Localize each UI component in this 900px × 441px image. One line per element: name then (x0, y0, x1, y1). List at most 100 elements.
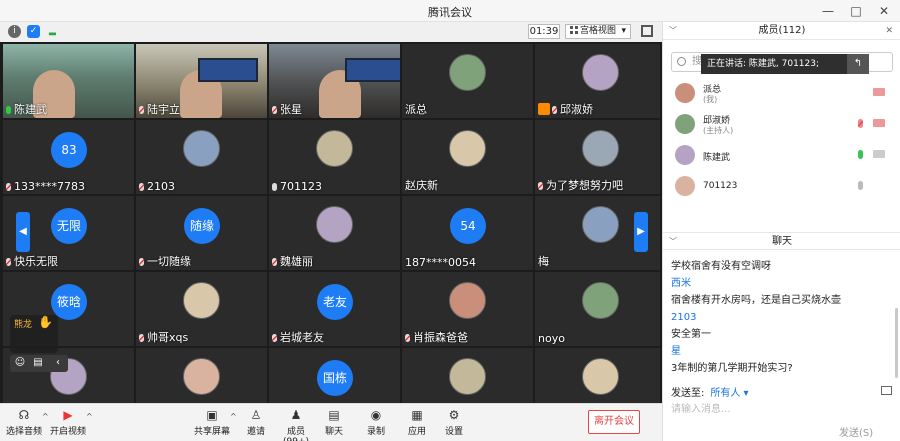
participant-tile[interactable]: 帅哥xqs (136, 272, 267, 346)
member-role: (主持人) (703, 126, 734, 135)
avatar (582, 54, 619, 91)
video-options-caret[interactable]: ^ (86, 412, 93, 421)
participant-tile[interactable]: 张星 (269, 44, 400, 118)
initials-avatar: 国栋 (317, 360, 353, 396)
image-icon[interactable] (881, 386, 892, 395)
reaction-bar: ☺ ▤ ‹ (10, 355, 68, 372)
raise-hand-name: 熊龙 (14, 320, 33, 330)
participant-tile[interactable]: 83 133****7783 (3, 120, 134, 194)
mic-icon[interactable] (858, 150, 863, 159)
mic-muted-icon (139, 258, 144, 266)
share-options-caret[interactable]: ^ (230, 412, 237, 421)
member-row[interactable]: 邱淑娇 (主持人) (675, 111, 891, 137)
chevron-down-icon[interactable]: ﹀ (669, 233, 677, 251)
send-to-select[interactable]: 所有人 ▾ (710, 388, 748, 399)
prev-page-button[interactable]: ◀ (16, 212, 30, 252)
info-icon[interactable]: i (8, 25, 21, 38)
close-icon[interactable]: ✕ (885, 22, 893, 40)
send-button[interactable]: 发送(S) (839, 424, 873, 439)
avatar (675, 176, 695, 196)
participant-name: 为了梦想努力吧 (538, 177, 623, 193)
next-page-button[interactable]: ▶ (634, 212, 648, 252)
participant-name: 魏雄丽 (272, 253, 313, 269)
maximize-button[interactable]: □ (842, 0, 870, 22)
participant-tile[interactable]: 陆宇立 (136, 44, 267, 118)
background-screen (198, 58, 258, 82)
chevron-down-icon[interactable]: ﹀ (669, 22, 677, 40)
leave-meeting-button[interactable]: 离开会议 (588, 410, 640, 434)
speaking-tooltip-text: 正在讲话: 陈建武, 701123; (707, 59, 820, 69)
chat-sender: 2103 (671, 312, 697, 323)
mic-muted-icon[interactable] (858, 119, 863, 128)
gallery-view-button[interactable]: 宫格视图 ▾ (565, 24, 631, 39)
share-screen-button[interactable]: ▣ 共享屏幕 (192, 408, 232, 437)
minimize-button[interactable]: — (814, 0, 842, 22)
share-screen-icon: ▣ (206, 408, 218, 422)
avatar (675, 83, 695, 103)
avatar (675, 114, 695, 134)
participant-tile[interactable]: 肖振森爸爸 (402, 272, 533, 346)
search-icon (677, 57, 686, 66)
mic-muted-icon (538, 182, 543, 190)
chat-message: 宿舍楼有开水房吗，还是自己买烧水壶 (671, 295, 841, 306)
pin-icon[interactable]: ↰ (847, 54, 869, 74)
settings-button[interactable]: ⚙ 设置 (436, 408, 472, 437)
chat-input[interactable]: 请输入消息... (671, 400, 893, 418)
audio-label: 选择音频 (5, 427, 42, 437)
camera-icon[interactable] (873, 88, 885, 96)
invite-button[interactable]: ♙ 邀请 (238, 408, 274, 437)
emoji-icon[interactable]: ☺ (14, 357, 26, 369)
chat-button[interactable]: ▤ 聊天 (316, 408, 352, 437)
comment-icon[interactable]: ▤ (32, 357, 44, 369)
participant-tile[interactable]: 老友 岩城老友 (269, 272, 400, 346)
mic-icon (6, 106, 11, 114)
close-window-button[interactable]: ✕ (870, 0, 898, 22)
chat-label: 聊天 (324, 427, 343, 437)
participant-tile[interactable]: 派总 (402, 44, 533, 118)
participant-name: 133****7783 (6, 180, 85, 193)
member-name: 701123 (703, 181, 738, 191)
member-row[interactable]: 701123 (675, 173, 891, 199)
members-button[interactable]: ♟ 成员(99+) (274, 408, 318, 441)
shield-icon[interactable]: ✓ (27, 25, 40, 38)
member-row[interactable]: 派总 (我) (675, 80, 891, 106)
participant-tile[interactable]: 54 187****0054 (402, 196, 533, 270)
camera-icon[interactable] (873, 119, 885, 127)
side-panel: ﹀ 成员(112) ✕ 搜索 正在讲话: 陈建武, 701123; ↰ 派总(我… (662, 22, 900, 441)
participant-tile[interactable]: 陈建武 (3, 44, 134, 118)
mic-muted-icon (272, 106, 277, 114)
participant-tile[interactable]: 随缘 一切随缘 (136, 196, 267, 270)
participant-tile[interactable]: 赵庆新 (402, 120, 533, 194)
mic-muted-icon (6, 183, 11, 191)
members-panel-title: 成员(112) (758, 25, 806, 36)
avatar (582, 358, 619, 395)
meeting-timer: 01:39 (528, 24, 560, 39)
fullscreen-icon[interactable] (641, 25, 653, 37)
collapse-icon[interactable]: ‹ (52, 357, 64, 369)
mic-icon[interactable] (858, 181, 863, 190)
video-button[interactable]: ▶ 开启视频 (48, 408, 88, 437)
chat-icon: ▤ (328, 408, 340, 422)
settings-label: 设置 (444, 427, 463, 437)
avatar (183, 130, 220, 167)
meeting-top-toolbar: i ✓ ▂ 01:39 宫格视图 ▾ (0, 22, 662, 42)
chat-scrollbar[interactable] (895, 308, 898, 378)
participant-tile[interactable]: 邱淑娇 (535, 44, 660, 118)
send-to-row: 发送至: 所有人 ▾ (671, 384, 749, 399)
participant-tile[interactable]: 2103 (136, 120, 267, 194)
mic-muted-icon (552, 106, 557, 114)
record-button[interactable]: ◉ 录制 (358, 408, 394, 437)
background-screen (345, 58, 400, 82)
member-row[interactable]: 陈建武 (675, 142, 891, 168)
participant-tile[interactable]: 魏雄丽 (269, 196, 400, 270)
participant-tile[interactable]: 为了梦想努力吧 (535, 120, 660, 194)
participant-name: 张星 (272, 101, 302, 117)
audio-button[interactable]: ☊ 选择音频 (4, 408, 44, 437)
camera-icon[interactable] (873, 150, 885, 158)
participant-name: 陈建武 (6, 101, 47, 117)
avatar (316, 130, 353, 167)
signal-icon[interactable]: ▂ (46, 25, 59, 38)
participant-tile[interactable]: 701123 (269, 120, 400, 194)
participant-tile[interactable]: noyo (535, 272, 660, 346)
apps-button[interactable]: ▦ 应用 (399, 408, 435, 437)
